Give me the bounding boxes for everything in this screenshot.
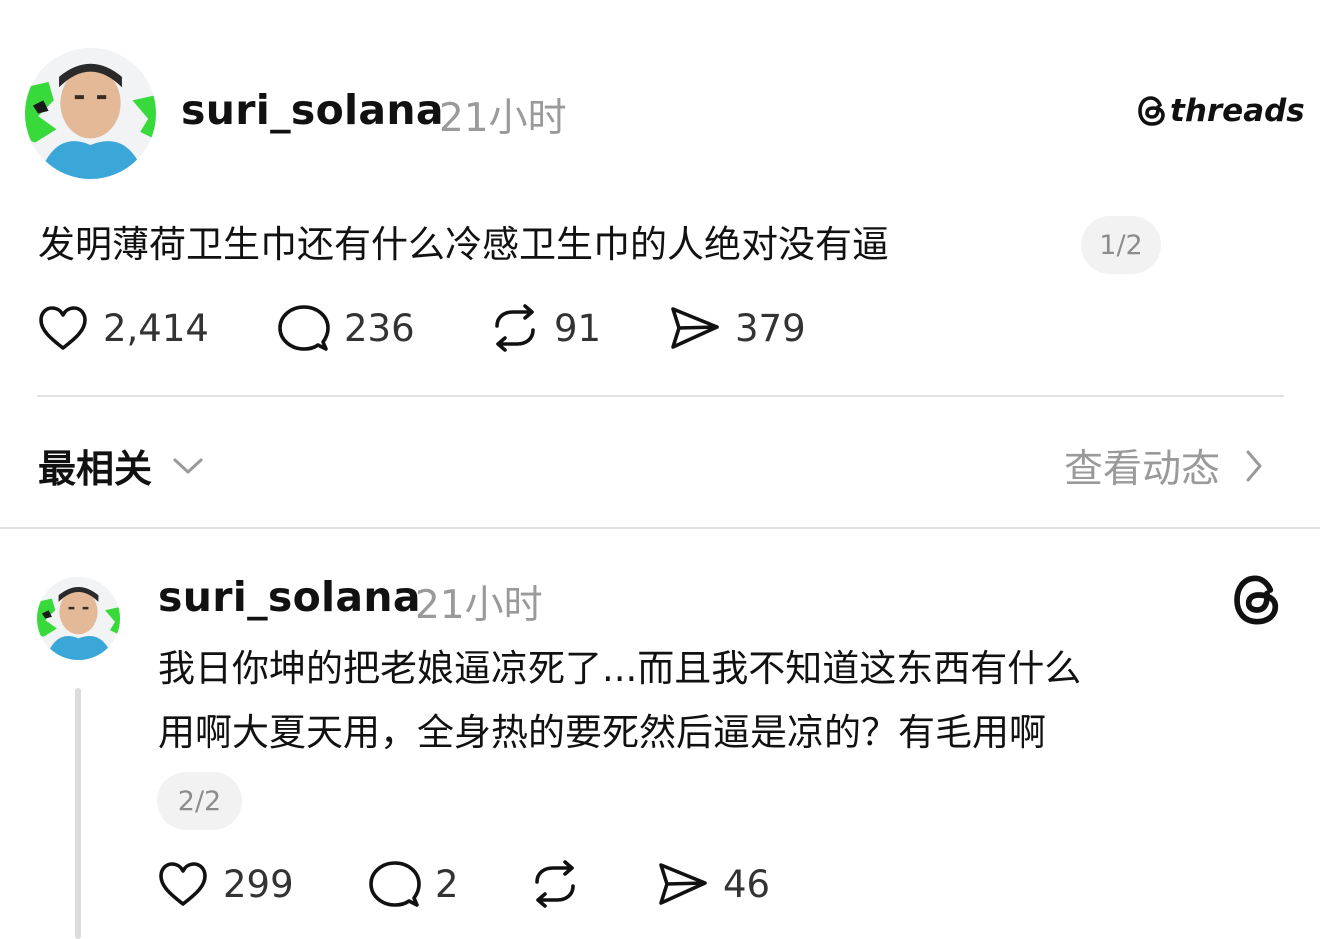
reply-text-line-1: 我日你坤的把老娘逼凉死了...而且我不知道这东西有什么 <box>158 647 1082 690</box>
post-actions: 2,414 236 91 379 <box>38 304 806 352</box>
sort-label: 最相关 <box>38 447 153 491</box>
reply-reply-button[interactable]: 2 <box>369 860 529 908</box>
heart-icon <box>159 862 207 906</box>
reply-count: 236 <box>344 306 415 350</box>
threads-logo-icon <box>1138 96 1165 126</box>
repost-icon <box>535 860 575 908</box>
reply-like-count: 299 <box>223 862 294 906</box>
post-username[interactable]: suri_solana <box>181 86 444 134</box>
reply-time: 21小时 <box>415 583 543 628</box>
like-count: 2,414 <box>103 306 209 350</box>
reply-share-count: 46 <box>723 862 771 906</box>
reply-like-button[interactable]: 299 <box>158 861 369 907</box>
sort-dropdown[interactable]: 最相关 <box>38 438 204 493</box>
avatar-image <box>37 577 120 660</box>
heart-icon <box>39 306 87 350</box>
post-time: 21小时 <box>439 96 567 141</box>
repost-icon <box>495 304 535 352</box>
send-icon <box>659 863 707 905</box>
reply-avatar[interactable] <box>37 577 120 660</box>
share-button[interactable]: 379 <box>669 305 806 351</box>
comment-bubble-icon <box>278 305 330 351</box>
chevron-down-icon <box>173 458 203 473</box>
threads-logo-icon[interactable] <box>1232 575 1282 625</box>
post-page-indicator: 1/2 <box>1081 216 1161 274</box>
like-button[interactable]: 2,414 <box>38 305 278 351</box>
post-divider <box>37 395 1284 397</box>
post-text: 发明薄荷卫生巾还有什么冷感卫生巾的人绝对没有逼 <box>38 223 889 266</box>
threads-wordmark: threads <box>1170 93 1305 129</box>
send-icon <box>671 307 719 349</box>
thread-connector-line <box>75 688 81 939</box>
reply-repost-button[interactable] <box>529 860 657 908</box>
reply-text-line-2: 用啊大夏天用，全身热的要死然后逼是凉的？有毛用啊 <box>158 711 1046 754</box>
repost-count: 91 <box>554 306 602 350</box>
reply-share-button[interactable]: 46 <box>657 861 770 907</box>
post-avatar[interactable] <box>25 48 156 179</box>
threads-brand: threads <box>1138 93 1305 129</box>
avatar-image <box>25 48 156 179</box>
comment-bubble-icon <box>369 861 421 907</box>
view-activity-link[interactable]: 查看动态 <box>1064 438 1264 494</box>
chevron-right-icon <box>1246 450 1262 482</box>
view-activity-label: 查看动态 <box>1064 447 1221 492</box>
reply-actions: 299 2 46 <box>158 860 770 908</box>
section-divider <box>0 527 1320 529</box>
reply-button[interactable]: 236 <box>278 304 489 352</box>
reply-page-indicator: 2/2 <box>157 772 242 830</box>
repost-button[interactable]: 91 <box>489 304 669 352</box>
reply-reply-count: 2 <box>435 862 459 906</box>
reply-username[interactable]: suri_solana <box>158 573 421 621</box>
share-count: 379 <box>735 306 806 350</box>
